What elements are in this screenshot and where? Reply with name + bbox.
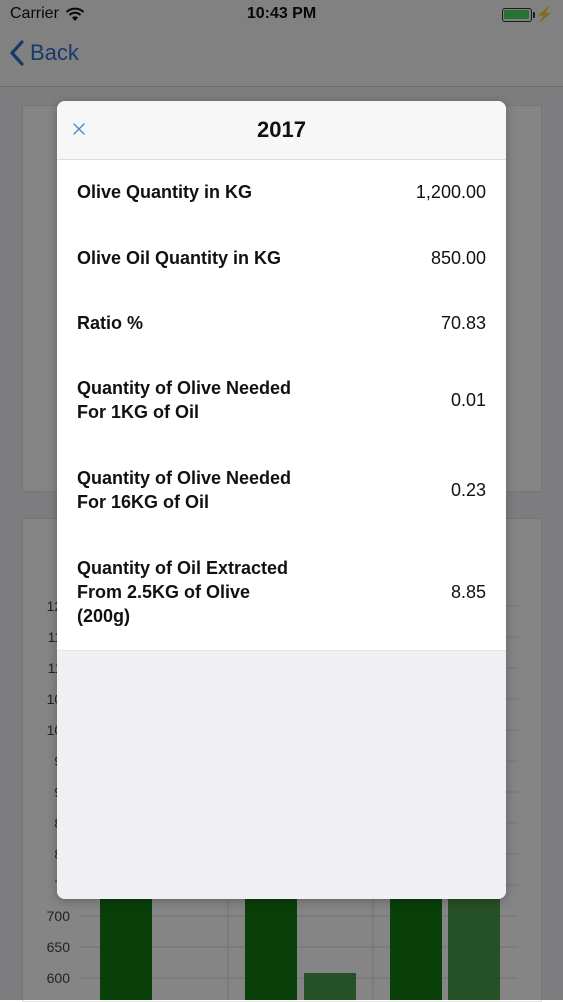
details-list: Olive Quantity in KG 1,200.00 Olive Oil … [57,160,506,651]
detail-label: Olive Quantity in KG [77,182,253,202]
detail-row: Quantity of Olive Needed For 16KG of Oil… [77,466,486,514]
detail-row: Quantity of Oil Extracted From 2.5KG of … [77,556,486,628]
modal-empty-area [57,651,506,899]
detail-row: Olive Quantity in KG 1,200.00 [77,180,486,204]
detail-label: Olive Oil Quantity in KG [77,248,282,268]
detail-value: 0.23 [450,480,486,500]
detail-value: 8.85 [450,582,486,602]
detail-value: 0.01 [450,390,486,410]
detail-label: Quantity of Olive Needed For 16KG of Oil [77,468,292,512]
modal-title: 2017 [257,117,306,142]
detail-label: Ratio % [77,313,144,333]
detail-row: Ratio % 70.83 [77,311,486,335]
detail-value: 70.83 [440,313,486,333]
detail-label: Quantity of Oil Extracted From 2.5KG of … [77,558,289,626]
detail-row: Olive Oil Quantity in KG 850.00 [77,246,486,270]
detail-value: 1,200.00 [415,182,486,202]
year-details-modal: 2017 Olive Quantity in KG 1,200.00 Olive… [57,101,506,899]
detail-row: Quantity of Olive Needed For 1KG of Oil … [77,376,486,424]
modal-header: 2017 [57,101,506,160]
detail-label: Quantity of Olive Needed For 1KG of Oil [77,378,292,422]
detail-value: 850.00 [430,248,486,268]
